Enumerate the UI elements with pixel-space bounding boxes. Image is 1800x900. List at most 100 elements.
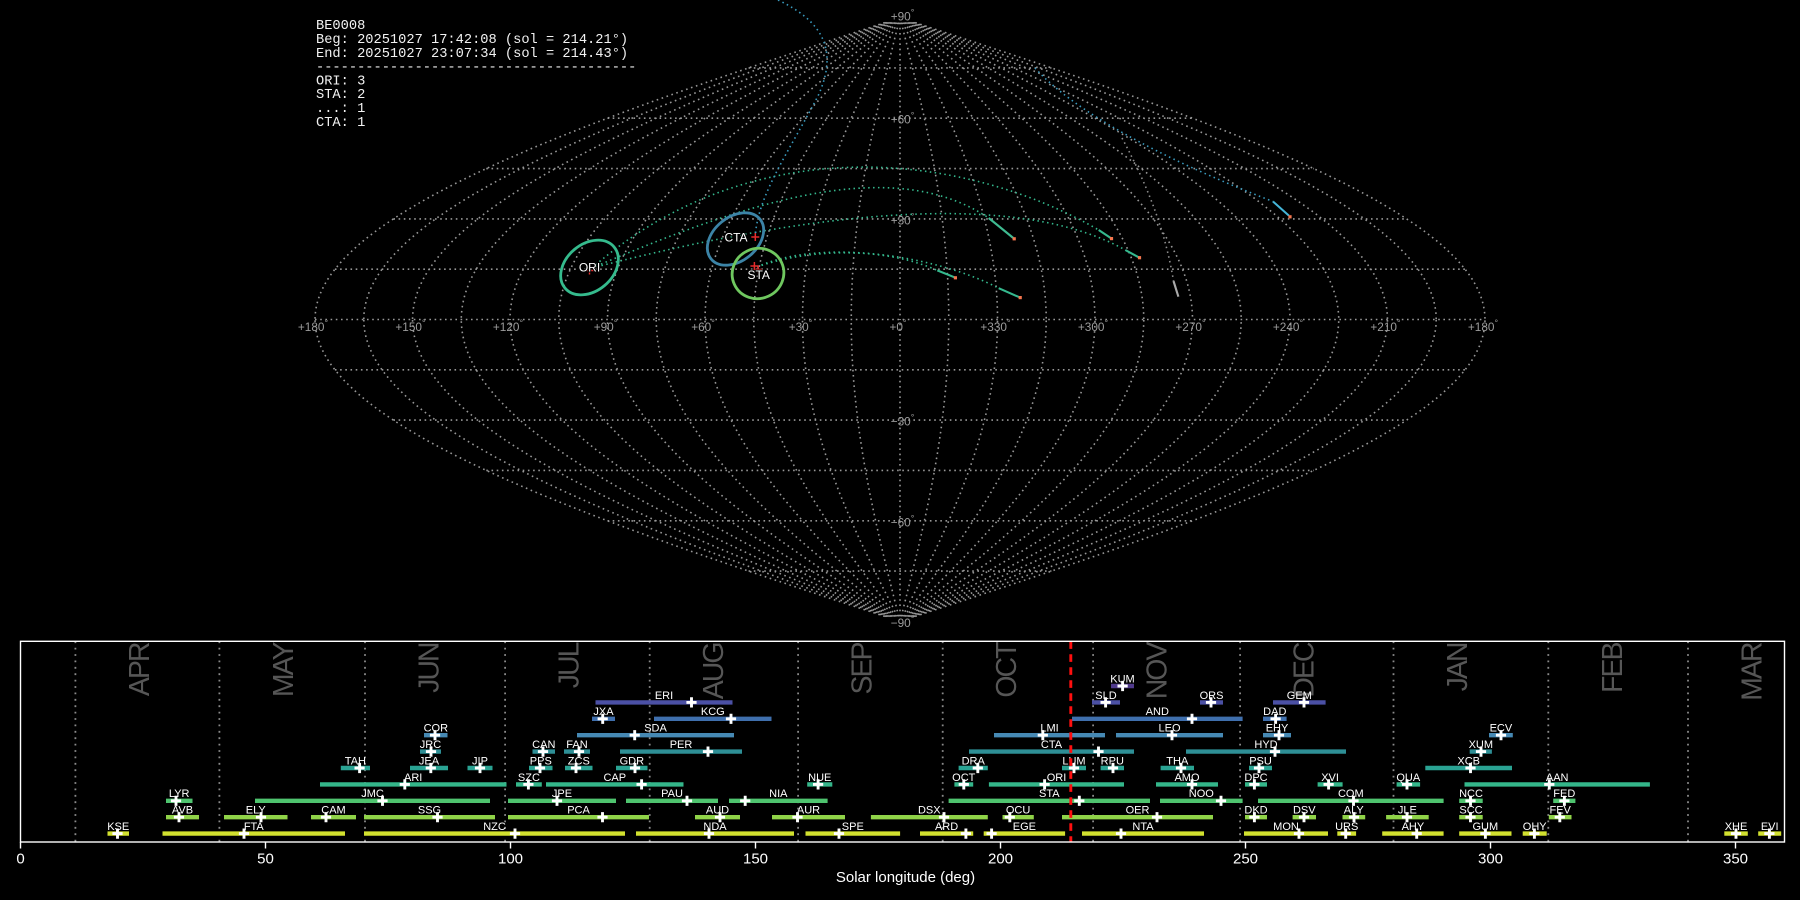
svg-text:AVB: AVB [172,805,193,817]
svg-text:JMC: JMC [361,788,384,800]
svg-text:AUG: AUG [698,643,730,700]
svg-text:GEM: GEM [1287,690,1312,702]
svg-text:JPE: JPE [552,788,572,800]
svg-text:+180°: +180° [1468,318,1499,334]
svg-text:KUM: KUM [1110,673,1134,685]
svg-text:+180°: +180° [298,318,329,334]
svg-text:FEB: FEB [1597,643,1629,693]
svg-text:Beg: 20251027 17:42:08 (sol =: Beg: 20251027 17:42:08 (sol = 214.21°) [316,33,628,48]
svg-text:+270°: +270° [1175,318,1206,334]
svg-text:RPU: RPU [1101,755,1124,767]
svg-text:ECV: ECV [1490,723,1513,735]
svg-text:OCT: OCT [991,642,1023,698]
svg-text:LEO: LEO [1158,723,1180,735]
svg-text:CAM: CAM [321,805,345,817]
svg-text:DSX: DSX [918,805,941,817]
svg-text:AUD: AUD [706,805,729,817]
svg-text:NOO: NOO [1189,788,1215,800]
svg-text:LUM: LUM [1062,755,1085,767]
svg-text:KSE: KSE [107,821,129,833]
svg-text:AMO: AMO [1174,772,1200,784]
svg-text:200: 200 [988,851,1013,868]
svg-text:URS: URS [1335,821,1358,833]
svg-text:QUA: QUA [1396,772,1421,784]
svg-text:OCT: OCT [952,772,976,784]
svg-text:JEA: JEA [419,755,440,767]
svg-text:MAY: MAY [268,642,300,698]
svg-text:GDR: GDR [620,755,645,767]
svg-text:JLE: JLE [1398,805,1417,817]
svg-text:EVI: EVI [1761,821,1779,833]
svg-text:APR: APR [124,642,156,696]
svg-text:DPC: DPC [1244,772,1267,784]
svg-text:CTA: 1: CTA: 1 [316,116,365,131]
svg-text:ORI: 3: ORI: 3 [316,74,365,89]
svg-text:HYD: HYD [1254,739,1277,751]
svg-text:THA: THA [1166,755,1189,767]
svg-text:SEP: SEP [847,643,879,695]
svg-text:350: 350 [1723,851,1748,868]
svg-text:NCC: NCC [1459,788,1483,800]
svg-text:+120°: +120° [493,318,524,334]
svg-text:NOV: NOV [1142,642,1174,700]
svg-text:TAH: TAH [345,755,366,767]
svg-text:300: 300 [1478,851,1503,868]
svg-text:ORS: ORS [1200,690,1224,702]
svg-text:STA: STA [1039,788,1060,800]
svg-text:MAR: MAR [1737,642,1769,701]
svg-text:150: 150 [743,851,768,868]
svg-text:XUM: XUM [1469,739,1493,751]
svg-text:XHE: XHE [1725,821,1748,833]
svg-text:SSG: SSG [418,805,441,817]
svg-text:100: 100 [498,851,523,868]
svg-text:PPS: PPS [530,755,552,767]
svg-text:AAN: AAN [1546,772,1569,784]
svg-text:EHY: EHY [1266,723,1289,735]
svg-text:NTA: NTA [1132,821,1154,833]
svg-text:SDA: SDA [644,723,667,735]
svg-text:SZC: SZC [518,772,540,784]
svg-text:CAP: CAP [603,772,626,784]
svg-text:End: 20251027 23:07:34 (sol =: End: 20251027 23:07:34 (sol = 214.43°) [316,47,628,62]
svg-text:NDA: NDA [703,821,727,833]
svg-text:SLD: SLD [1095,690,1116,702]
svg-text:ALY: ALY [1344,805,1365,817]
svg-text:XVI: XVI [1321,772,1339,784]
svg-text:PER: PER [670,739,693,751]
svg-text:+210°: +210° [1370,318,1401,334]
svg-text:KCG: KCG [701,706,725,718]
svg-text:STA: 2: STA: 2 [316,88,365,103]
svg-text:+330°: +330° [980,318,1011,334]
svg-text:+150°: +150° [395,318,426,334]
svg-text:OCU: OCU [1006,805,1031,817]
svg-text:EGE: EGE [1013,821,1036,833]
svg-text:JUN: JUN [414,643,446,693]
svg-text:ORI: ORI [1047,772,1067,784]
svg-text:JXA: JXA [593,706,614,718]
svg-text:ARI: ARI [404,772,422,784]
svg-text:COM: COM [1338,788,1364,800]
svg-text:AND: AND [1146,706,1169,718]
svg-text:DRA: DRA [962,755,986,767]
svg-text:+300°: +300° [1078,318,1109,334]
svg-text:ORI: ORI [579,261,600,275]
svg-text:CTA: CTA [1041,739,1063,751]
svg-text:AHY: AHY [1402,821,1425,833]
svg-text:ERI: ERI [655,690,673,702]
svg-text:DAD: DAD [1263,706,1286,718]
svg-text:NUE: NUE [808,772,831,784]
svg-text:XCB: XCB [1457,755,1480,767]
svg-text:PSU: PSU [1249,755,1272,767]
svg-text:------------------------------: --------------------------------------- [316,61,636,76]
svg-text:0: 0 [16,851,24,868]
svg-text:STA: STA [747,268,769,282]
svg-text:MON: MON [1273,821,1299,833]
svg-text:BE0008: BE0008 [316,19,365,34]
svg-text:FAN: FAN [566,739,587,751]
svg-text:NIA: NIA [769,788,788,800]
svg-text:JIP: JIP [472,755,488,767]
svg-text:...: 1: ...: 1 [316,102,365,117]
svg-text:FED: FED [1553,788,1575,800]
svg-text:JUL: JUL [554,642,586,688]
svg-text:AUR: AUR [797,805,820,817]
